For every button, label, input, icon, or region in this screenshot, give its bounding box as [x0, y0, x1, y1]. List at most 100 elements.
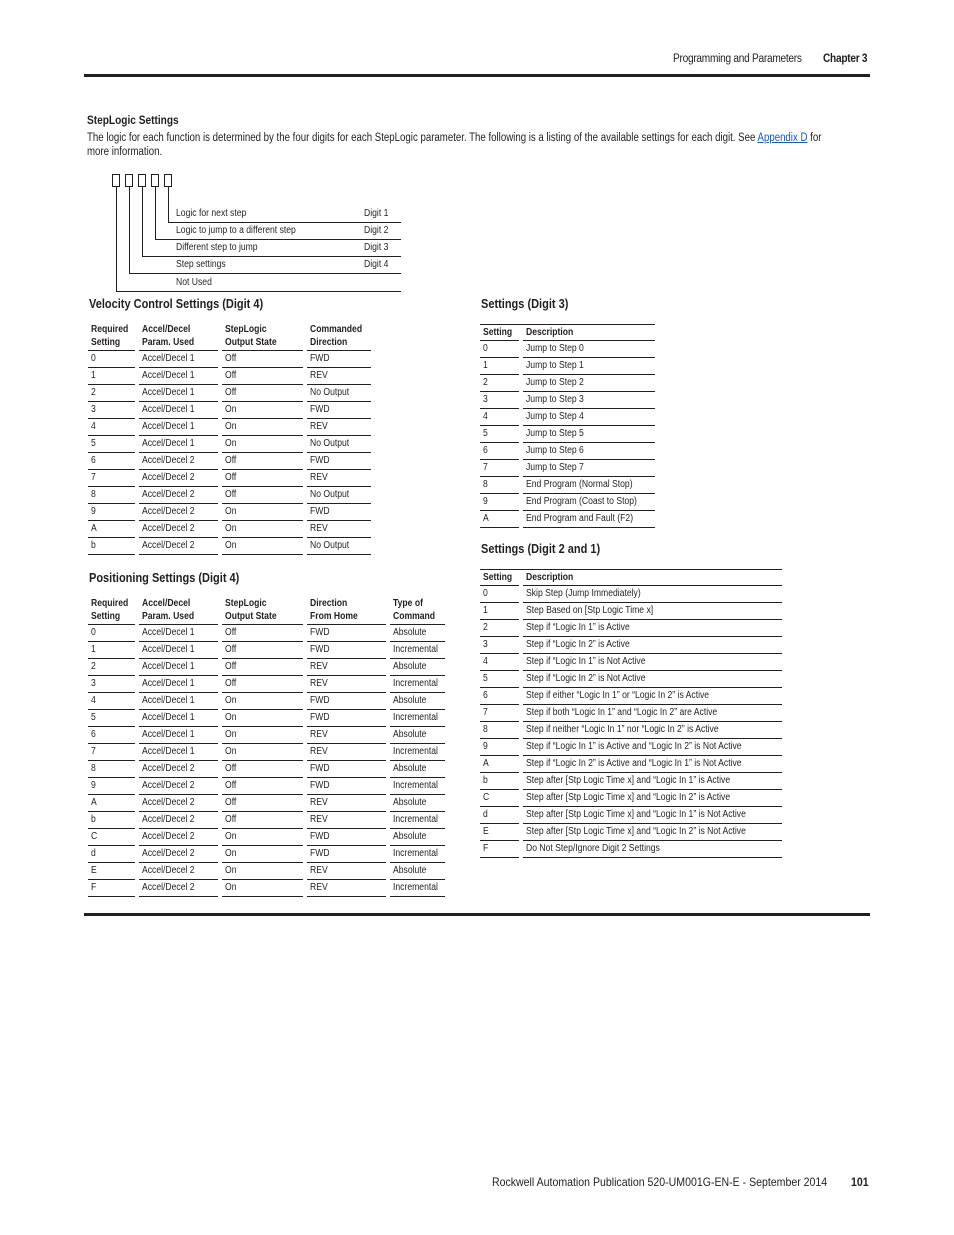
- table-cell: 4: [88, 418, 135, 436]
- table-row: 8 Step if neither “Logic In 1” nor “Logic…: [480, 721, 782, 739]
- table-row: A End Program and Fault (F2): [480, 510, 655, 528]
- column-header: StepLogic Output State: [222, 324, 303, 351]
- table-cell: 8: [88, 486, 135, 504]
- table-row: 4 Accel/Decel 1 On FWD Absolute: [88, 692, 446, 710]
- table-cell: F: [88, 879, 135, 897]
- table-cell: Accel/Decel 2: [139, 828, 218, 846]
- table-cell: Accel/Decel 2: [139, 811, 218, 829]
- table-cell: FWD: [307, 624, 386, 642]
- digit-number-label: Digit 1: [364, 208, 389, 219]
- table-cell: Step if “Logic In 2” is Active: [523, 636, 782, 654]
- table-cell: b: [88, 811, 135, 829]
- table-cell: Incremental: [390, 709, 446, 727]
- table-cell: 1: [480, 357, 519, 375]
- table-cell: Accel/Decel 1: [139, 658, 218, 676]
- intro-paragraph: The logic for each function is determine…: [87, 131, 826, 159]
- table-cell: b: [480, 772, 519, 790]
- table-cell: Accel/Decel 1: [139, 435, 218, 453]
- table-cell: Absolute: [390, 794, 446, 812]
- velocity-settings-title: Velocity Control Settings (Digit 4): [89, 297, 264, 311]
- table-cell: Step if neither “Logic In 1” nor “Logic …: [523, 721, 782, 739]
- table-cell: Off: [222, 367, 303, 385]
- table-cell: FWD: [307, 845, 386, 863]
- table-row: b Accel/Decel 2 On No Output: [88, 537, 371, 555]
- table-cell: No Output: [307, 435, 371, 453]
- table-cell: Jump to Step 6: [523, 442, 655, 460]
- table-cell: 6: [88, 726, 135, 744]
- table-cell: On: [222, 845, 303, 863]
- table-cell: FWD: [307, 692, 386, 710]
- table-row: 2 Accel/Decel 1 Off REV Absolute: [88, 658, 446, 676]
- table-row: 8 End Program (Normal Stop): [480, 476, 655, 494]
- digit-row-label: Logic for next step: [176, 208, 247, 219]
- table-cell: E: [88, 862, 135, 880]
- table-row: b Step after [Stp Logic Time x] and “Logi…: [480, 772, 782, 790]
- table-cell: 1: [480, 602, 519, 620]
- table-row: C Step after [Stp Logic Time x] and “Logi…: [480, 789, 782, 807]
- table-cell: Skip Step (Jump Immediately): [523, 585, 782, 603]
- table-cell: 7: [480, 704, 519, 722]
- steplogic-settings-title: StepLogic Settings: [87, 115, 179, 127]
- intro-text: The logic for each function is determine…: [87, 132, 758, 144]
- table-cell: 6: [88, 452, 135, 470]
- table-cell: 9: [88, 777, 135, 795]
- table-cell: REV: [307, 879, 386, 897]
- table-cell: d: [88, 845, 135, 863]
- table-row: F Do Not Step/Ignore Digit 2 Settings: [480, 840, 782, 858]
- table-cell: 5: [88, 435, 135, 453]
- table-cell: REV: [307, 367, 371, 385]
- column-header: Required Setting: [88, 598, 135, 625]
- table-row: 9 End Program (Coast to Stop): [480, 493, 655, 511]
- table-row: E Step after [Stp Logic Time x] and “Logi…: [480, 823, 782, 841]
- table-row: 5 Accel/Decel 1 On FWD Incremental: [88, 709, 446, 727]
- table-cell: Accel/Decel 1: [139, 743, 218, 761]
- digit-row-label: Step settings: [176, 259, 226, 270]
- table-row: A Step if “Logic In 2” is Active and “Log…: [480, 755, 782, 773]
- table-cell: On: [222, 726, 303, 744]
- table-cell: Step if “Logic In 1” is Active and “Logi…: [523, 738, 782, 756]
- table-cell: On: [222, 520, 303, 538]
- table-cell: Accel/Decel 2: [139, 537, 218, 555]
- table-cell: 8: [480, 721, 519, 739]
- table-cell: 2: [480, 619, 519, 637]
- table-cell: Accel/Decel 1: [139, 418, 218, 436]
- table-row: d Step after [Stp Logic Time x] and “Logi…: [480, 806, 782, 824]
- table-cell: 7: [88, 743, 135, 761]
- table-row: A Accel/Decel 2 Off REV Absolute: [88, 794, 446, 812]
- table-cell: Jump to Step 3: [523, 391, 655, 409]
- table-cell: 5: [88, 709, 135, 727]
- digit3-settings-title: Settings (Digit 3): [481, 297, 569, 311]
- table-cell: On: [222, 862, 303, 880]
- table-cell: Step after [Stp Logic Time x] and “Logic…: [523, 789, 782, 807]
- table-cell: 0: [480, 340, 519, 358]
- table-cell: Accel/Decel 1: [139, 367, 218, 385]
- table-cell: 5: [480, 670, 519, 688]
- column-header: Accel/Decel Param. Used: [139, 324, 218, 351]
- digit-row-label: Not Used: [176, 277, 212, 288]
- table-cell: Accel/Decel 1: [139, 675, 218, 693]
- table-cell: Accel/Decel 1: [139, 624, 218, 642]
- table-cell: On: [222, 879, 303, 897]
- column-header: Accel/Decel Param. Used: [139, 598, 218, 625]
- table-cell: FWD: [307, 777, 386, 795]
- table-row: F Accel/Decel 2 On REV Incremental: [88, 879, 446, 897]
- digit-number-label: Digit 4: [364, 259, 389, 270]
- table-row: E Accel/Decel 2 On REV Absolute: [88, 862, 446, 880]
- table-cell: Incremental: [390, 777, 446, 795]
- table-cell: Accel/Decel 1: [139, 709, 218, 727]
- table-cell: Accel/Decel 2: [139, 452, 218, 470]
- table-cell: 1: [88, 367, 135, 385]
- appendix-d-link[interactable]: Appendix D: [758, 132, 808, 144]
- connector-line: [142, 187, 143, 256]
- table-cell: 0: [480, 585, 519, 603]
- table-cell: Step if “Logic In 1” is Not Active: [523, 653, 782, 671]
- table-row: 3 Step if “Logic In 2” is Active: [480, 636, 782, 654]
- column-header: Setting: [480, 324, 519, 341]
- table-row: d Accel/Decel 2 On FWD Incremental: [88, 845, 446, 863]
- digit-box: [112, 174, 120, 187]
- digit-box: [125, 174, 133, 187]
- table-cell: Do Not Step/Ignore Digit 2 Settings: [523, 840, 782, 858]
- table-row: 5 Step if “Logic In 2” is Not Active: [480, 670, 782, 688]
- table-cell: 4: [480, 408, 519, 426]
- table-cell: REV: [307, 743, 386, 761]
